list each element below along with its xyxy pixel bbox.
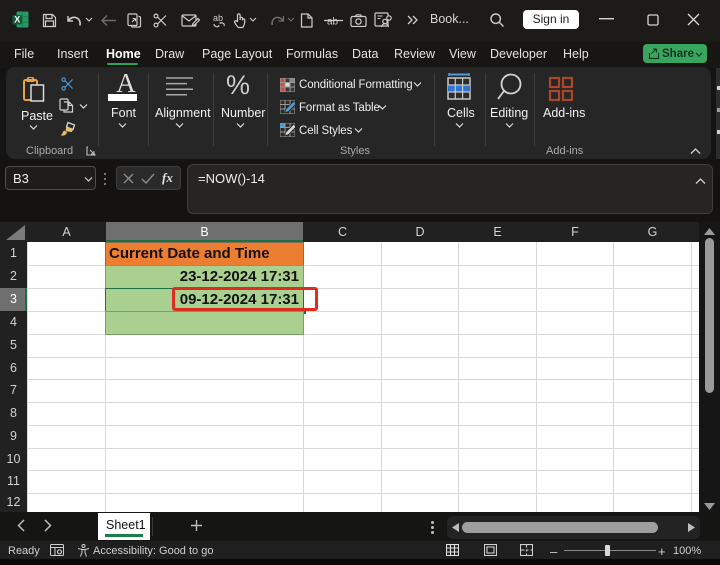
svg-text:ab: ab bbox=[213, 13, 223, 23]
svg-text:X: X bbox=[14, 15, 20, 25]
svg-text:ab: ab bbox=[327, 17, 339, 28]
